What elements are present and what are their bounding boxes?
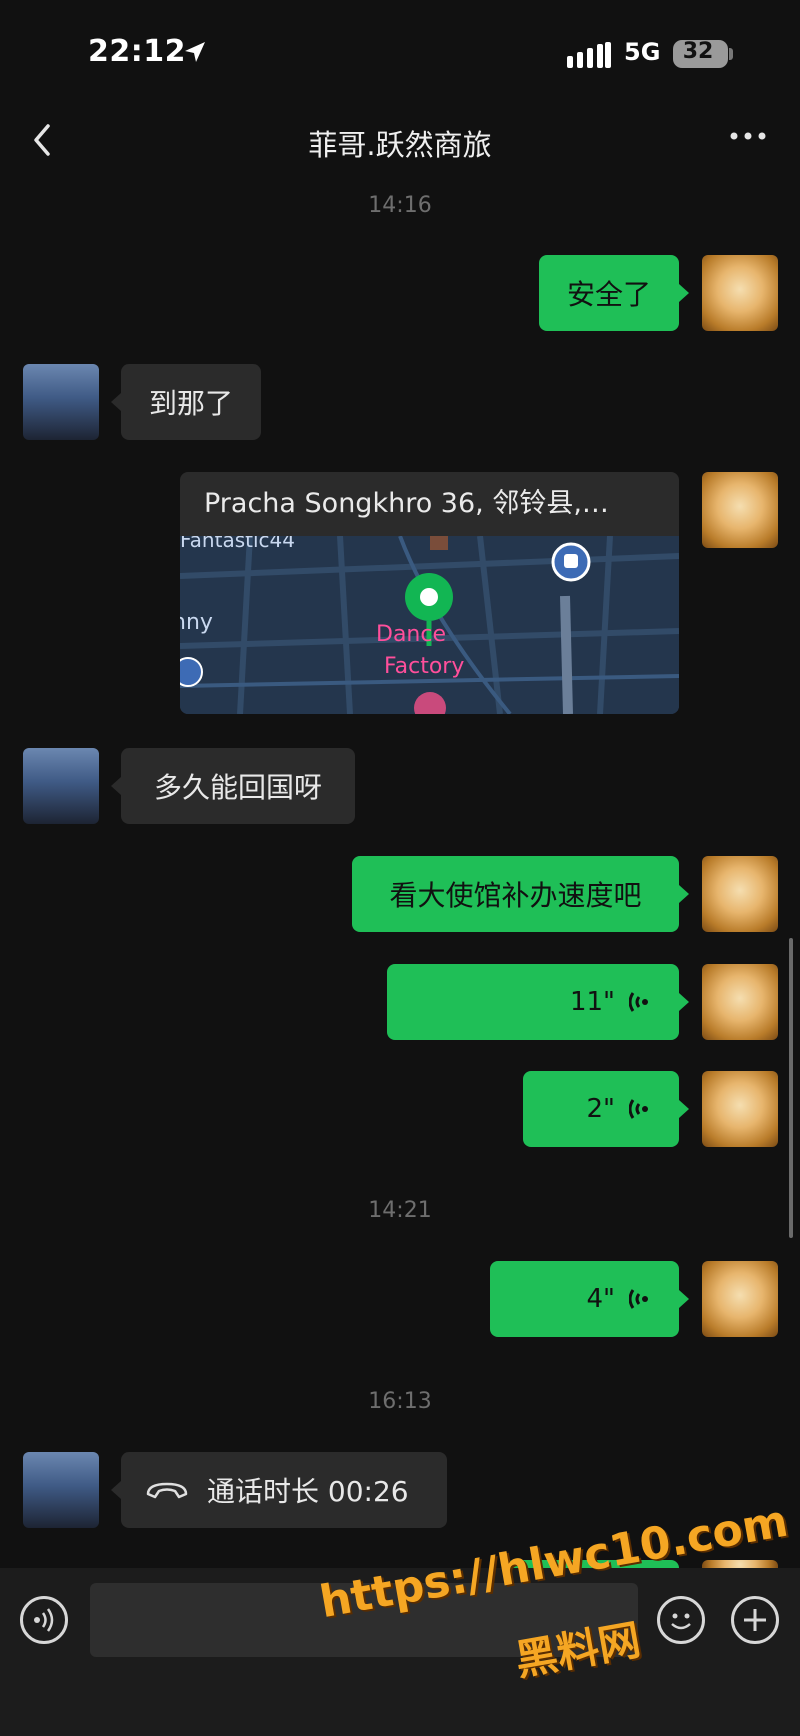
signal-icon [567,42,611,68]
avatar-self[interactable] [702,1071,778,1147]
voice-duration: 4" [586,1284,615,1314]
bubble-tail [111,777,121,795]
bubble-tail [111,393,121,411]
message-bubble-incoming[interactable]: 到那了 [121,364,261,440]
avatar-self[interactable] [702,964,778,1040]
location-message-card[interactable]: Pracha Songkhro 36, 邻铃县,… Fantastic44 nn… [180,472,679,714]
status-time: 22:12 [88,34,186,69]
scroll-indicator[interactable] [789,938,793,1238]
bubble-tail [679,885,689,903]
voice-wave-icon [629,1099,648,1119]
avatar-contact[interactable] [23,748,99,824]
avatar-contact[interactable] [23,1452,99,1528]
voice-duration: 11" [569,987,615,1017]
message-bubble-incoming[interactable]: 多久能回国呀 [121,748,355,824]
avatar-self[interactable] [702,255,778,331]
location-arrow-icon [185,42,205,62]
message-bubble-outgoing[interactable]: 安全了 [539,255,679,331]
network-type: 5G [624,38,661,66]
timestamp: 14:21 [368,1198,432,1223]
voice-wave-icon [629,1289,648,1309]
location-map[interactable]: Fantastic44 nny Dance Factory [180,536,679,714]
avatar-self[interactable] [702,472,778,548]
plus-icon[interactable] [731,1596,779,1644]
phone-hangup-icon [146,1482,188,1499]
emoji-icon[interactable] [657,1596,705,1644]
bubble-tail [679,284,689,302]
voice-wave-icon [629,992,648,1012]
message-bubble-outgoing[interactable]: 看大使馆补办速度吧 [352,856,679,932]
location-address: Pracha Songkhro 36, 邻铃县,… [204,488,609,519]
timestamp: 14:16 [368,193,432,218]
avatar-contact[interactable] [23,364,99,440]
timestamp: 16:13 [368,1389,432,1414]
voice-message[interactable]: 11" [387,964,679,1040]
bubble-tail [679,1290,689,1308]
map-label: Fantastic44 [180,536,295,552]
voice-message[interactable]: 4" [490,1261,679,1337]
voice-message[interactable]: 2" [523,1071,679,1147]
map-label: Dance [376,622,446,647]
bubble-tail [679,993,689,1011]
call-duration: 通话时长 00:26 [207,1475,409,1508]
voice-input-icon[interactable] [20,1596,68,1644]
avatar-self[interactable] [702,856,778,932]
voice-duration: 2" [586,1094,615,1124]
battery-level: 32 [682,39,714,64]
avatar-self[interactable] [702,1261,778,1337]
more-dots-icon[interactable] [728,130,768,142]
map-label: Factory [384,654,465,679]
battery-tip [729,48,733,60]
chat-title: 菲哥.跃然商旅 [308,128,492,162]
call-record-message[interactable]: 通话时长 00:26 [121,1452,447,1528]
bubble-tail [111,1481,121,1499]
map-label: nny [180,610,213,635]
bubble-tail [679,1100,689,1118]
